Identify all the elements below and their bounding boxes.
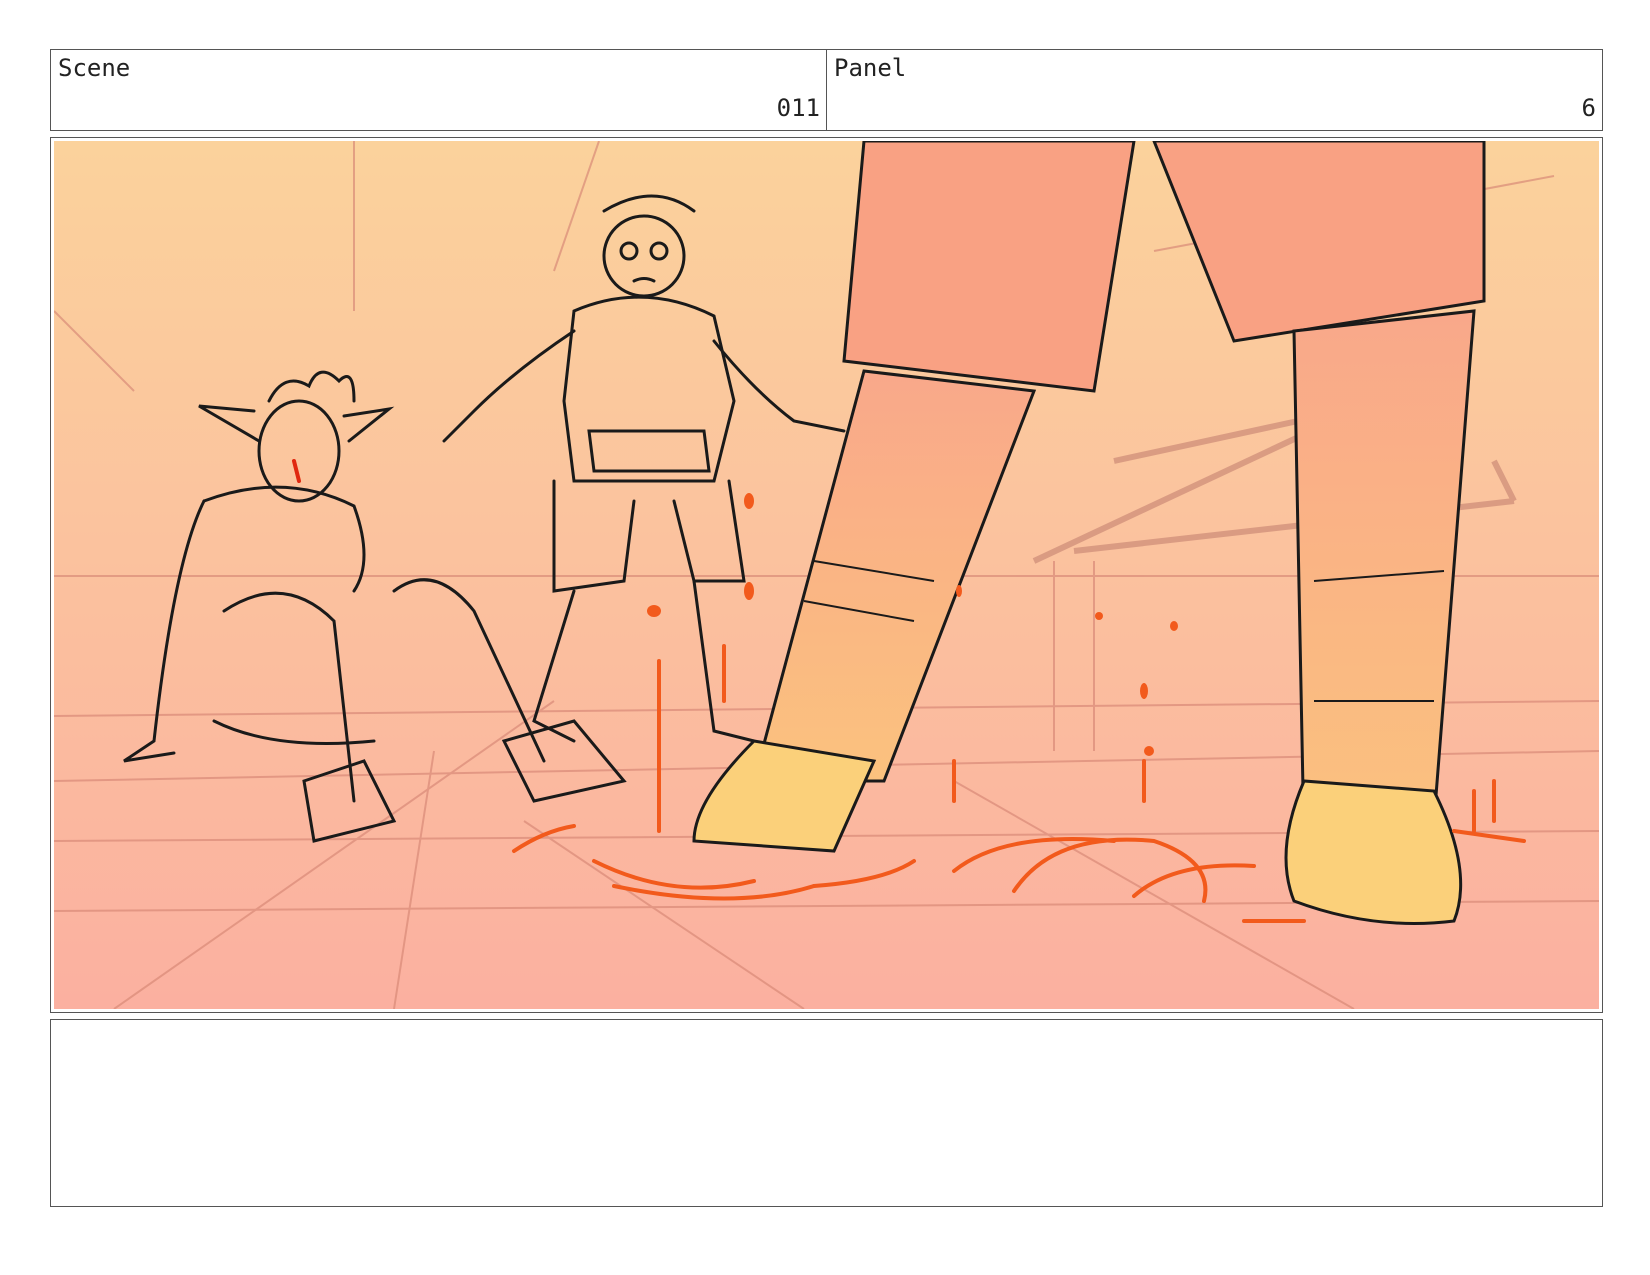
panel-cell: Panel 6 (826, 50, 1602, 130)
scene-cell: Scene 011 (51, 50, 826, 130)
panel-number: 6 (1581, 94, 1596, 122)
scene-label: Scene (58, 54, 131, 82)
storyboard-header: Scene 011 Panel 6 (50, 49, 1603, 131)
panel-notes-box (50, 1019, 1603, 1207)
storyboard-sketch (54, 141, 1599, 1009)
panel-label: Panel (834, 54, 907, 82)
scene-number: 011 (776, 94, 820, 122)
storyboard-panel-frame (50, 137, 1603, 1013)
